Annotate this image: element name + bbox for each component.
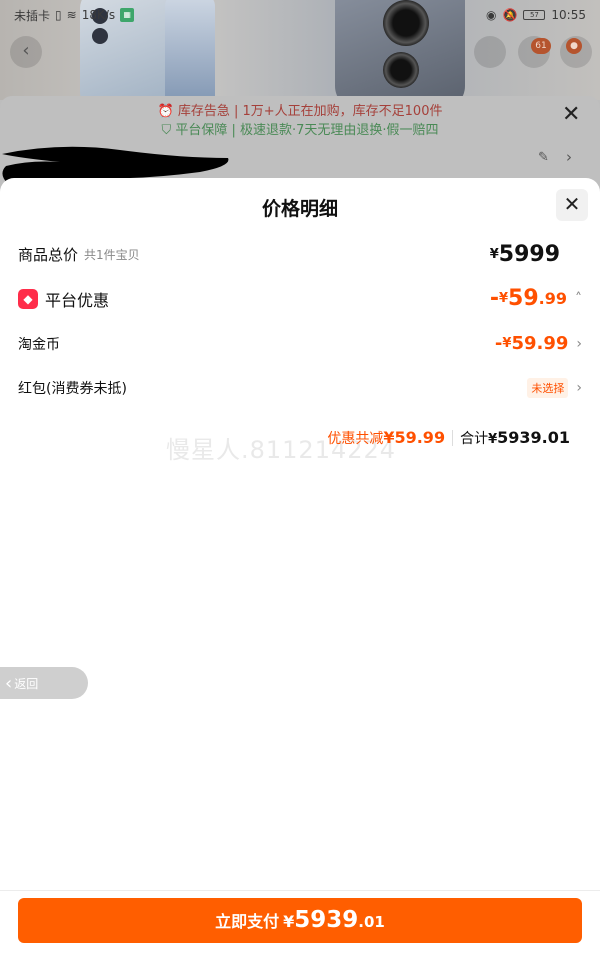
sim-icon: ▯ (55, 8, 62, 22)
price-summary: 优惠共减 ¥59.99 合计 ¥ 5939 .01 (320, 428, 570, 448)
red-packet-status: 未选择 (527, 378, 569, 398)
minus-sign: - (494, 333, 503, 354)
eye-icon: ◉ (485, 8, 497, 22)
currency-symbol: ¥ (489, 247, 499, 262)
battery-icon: 57 (523, 10, 546, 20)
discount-tag-icon: ◆ (18, 288, 38, 309)
items-count: 共1件宝贝 (84, 248, 140, 262)
share-icon[interactable] (474, 36, 506, 68)
clock: 10:55 (551, 8, 586, 22)
guarantee-text: ⛉ 平台保障 | 极速退款·7天无理由退换·假一赔四 (161, 123, 439, 138)
shield-icon: ⛉ (161, 123, 172, 138)
page-back-icon[interactable]: ‹ (10, 36, 42, 68)
red-packet-label: 红包(消费券未抵) (18, 381, 127, 397)
chevron-right-icon[interactable]: › (576, 336, 582, 352)
chevron-left-icon: ‹ (5, 672, 13, 694)
chevron-up-icon[interactable]: ˄ (575, 291, 582, 307)
carrier-text: 未插卡 (14, 8, 51, 23)
saved-label: 优惠共减 (327, 431, 384, 447)
back-label: 返回 (14, 676, 39, 691)
saved-value: ¥59.99 (383, 428, 446, 447)
currency-symbol: ¥ (498, 291, 509, 306)
alarm-icon: ⏰ (157, 104, 174, 119)
pay-now-button[interactable]: 立即支付 ¥ 5939 .01 (18, 898, 582, 943)
message-badge: ● (566, 38, 582, 54)
taojinbi-label: 淘金币 (18, 336, 60, 353)
total-int: 5939 (497, 428, 542, 447)
taojinbi-dec: .99 (536, 333, 569, 354)
back-button[interactable]: ‹ 返回 (0, 667, 88, 699)
platform-discount-dec: .99 (538, 289, 567, 308)
edit-icon[interactable]: ✎ (538, 150, 549, 165)
close-button[interactable]: ✕ (556, 189, 588, 221)
taojinbi-int: 59 (511, 333, 537, 354)
total-label: 合计 (460, 431, 489, 447)
items-total-value: 5999 (498, 242, 560, 267)
app-notification-icon: ▦ (120, 8, 135, 22)
platform-discount-label: 平台优惠 (45, 290, 110, 310)
sheet-title: 价格明细 (261, 198, 338, 220)
currency-symbol: ¥ (488, 432, 498, 447)
stock-alert-text: ⏰ 库存告急 | 1万+人正在加购，库存不足100件 (157, 104, 443, 119)
price-detail-sheet: 价格明细 ✕ 商品总价 共1件宝贝 ¥ 5999 ◆ 平台优惠 - ¥ 59 .… (0, 178, 600, 960)
items-total-row: 商品总价 共1件宝贝 ¥ 5999 (18, 242, 582, 267)
pay-amount-int: 5939 (294, 907, 359, 933)
wifi-icon: ≋ (66, 8, 77, 22)
close-icon: ✕ (563, 192, 581, 216)
total-dec: .01 (541, 428, 570, 447)
status-bar: 未插卡 ▯ ≋ 18K/s ▦ ◉ 🔕 57 10:55 (0, 0, 600, 30)
taojinbi-row[interactable]: 淘金币 - ¥ 59 .99 › (18, 333, 582, 354)
pay-label: 立即支付 (215, 912, 280, 931)
pay-amount-dec: .01 (358, 913, 385, 931)
red-packet-row[interactable]: 红包(消费券未抵) 未选择 › (18, 378, 582, 398)
platform-discount-int: 59 (508, 286, 539, 311)
close-icon[interactable]: ✕ (562, 102, 580, 127)
chevron-right-icon[interactable]: › (576, 380, 582, 396)
items-total-label: 商品总价 (18, 246, 79, 264)
chevron-right-icon[interactable]: › (566, 148, 572, 166)
mute-icon: 🔕 (502, 8, 518, 22)
network-speed: 18K/s (81, 8, 116, 22)
divider (452, 430, 454, 446)
currency-symbol: ¥ (502, 336, 512, 351)
cart-count-badge: 61 (531, 38, 551, 54)
platform-discount-row[interactable]: ◆ 平台优惠 - ¥ 59 .99 ˄ (18, 286, 582, 311)
currency-symbol: ¥ (283, 912, 295, 931)
minus-sign: - (489, 286, 499, 311)
divider (0, 890, 600, 891)
